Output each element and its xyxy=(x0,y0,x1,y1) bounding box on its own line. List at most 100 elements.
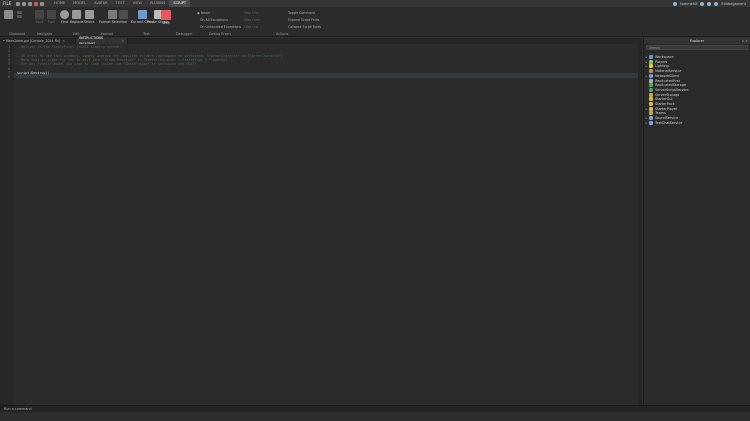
explorer-item-label: StarterGui xyxy=(655,97,673,102)
explorer-item-soundservice[interactable]: ▸ SoundService xyxy=(644,116,750,121)
record-icon[interactable] xyxy=(34,1,39,6)
explorer-item-textchatservice[interactable]: ▸ TextChatService xyxy=(644,120,750,125)
customize-icon[interactable] xyxy=(40,1,45,6)
file-menu[interactable]: FILE xyxy=(0,1,14,6)
service-icon xyxy=(649,69,653,74)
search-icon xyxy=(60,10,69,19)
explorer-item-label: Teams xyxy=(655,111,666,116)
collapse-folds-button[interactable]: Collapse Script Folds xyxy=(288,25,321,29)
explorer-item-replicatedstorage[interactable]: ReplicatedStorage xyxy=(644,83,750,88)
group-test: Test xyxy=(143,32,150,36)
explorer-item-label: TextChatService xyxy=(655,120,683,125)
explorer-title: Explorer xyxy=(689,39,705,43)
explorer-item-label: StarterPlayer xyxy=(655,106,678,111)
cut-icon[interactable] xyxy=(17,11,22,14)
unhandled-exceptions-option[interactable]: On Unhandled Exceptions xyxy=(200,25,241,29)
service-icon xyxy=(649,97,653,102)
stop-icon xyxy=(161,10,171,20)
explorer-item-starterpack[interactable]: StarterPack xyxy=(644,102,750,106)
explorer-item-startergui[interactable]: StarterGui xyxy=(644,97,750,102)
step-into-button[interactable]: Step Into xyxy=(244,11,258,15)
explorer-item-serverstorage[interactable]: ServerStorage xyxy=(644,92,750,97)
user-name[interactable]: tommehit xyxy=(680,2,697,6)
copy-icon[interactable] xyxy=(17,15,22,18)
quick-access-toolbar xyxy=(16,1,45,6)
expand-folds-button[interactable]: Expand Script Folds xyxy=(288,18,319,22)
toggle-comment-button[interactable]: Toggle Comment xyxy=(288,11,315,15)
arrow-right-icon xyxy=(47,10,56,19)
step-out-button[interactable]: Step Out xyxy=(244,25,258,29)
forward-button[interactable]: Fwd xyxy=(47,10,56,24)
service-icon xyxy=(649,59,653,64)
explorer-item-networkclient[interactable]: ▸ NetworkClient xyxy=(644,73,750,78)
undo-icon[interactable] xyxy=(22,1,27,6)
replace-icon xyxy=(72,10,82,19)
script-editor[interactable]: 1 2 3 4 5 6 7 8 --Welcome to the SimpleP… xyxy=(0,44,642,405)
share-icon[interactable] xyxy=(673,1,678,6)
tab-view[interactable]: VIEW xyxy=(129,0,146,7)
code-line: --For any "chain" model you wish to load… xyxy=(17,62,197,67)
group-navigate: Navigate xyxy=(37,32,53,36)
ribbon: Back Fwd Find Replace Select Format Sele… xyxy=(0,7,750,37)
explorer-item-label: StarterPack xyxy=(655,102,675,106)
replace-button[interactable]: Replace xyxy=(70,10,83,24)
explorer-item-label: ServerScriptService xyxy=(655,87,689,92)
explorer-item-label: ServerStorage xyxy=(655,92,680,97)
explorer-panel: Explorer ▫ × Search ▸ Workspace ▸ Players ▸ L… xyxy=(643,38,750,405)
code-line: --Welcome to the SimplePoint Studio load… xyxy=(17,45,122,49)
select-icon xyxy=(84,10,94,19)
tab-model[interactable]: MODEL xyxy=(69,0,90,7)
explorer-item-replicatedfirst[interactable]: ReplicatedFirst xyxy=(644,78,750,83)
ribbon-tabs: HOME MODEL AVATAR TEST VIEW PLUGINS SCRI… xyxy=(50,0,191,7)
never-option[interactable]: ◉ Never xyxy=(197,11,210,15)
tab-home[interactable]: HOME xyxy=(50,0,69,7)
explorer-item-serverscriptservice[interactable]: ServerScriptService xyxy=(644,87,750,92)
stop-button[interactable]: Stop xyxy=(161,10,171,25)
play-button[interactable]: Play xyxy=(119,10,128,24)
help-icon[interactable] xyxy=(707,1,712,6)
client-icon xyxy=(137,10,147,19)
explorer-item-teams[interactable]: Teams xyxy=(644,111,750,116)
select-button[interactable]: Select xyxy=(84,10,94,24)
service-icon xyxy=(649,83,653,88)
redo-icon[interactable] xyxy=(28,1,33,6)
save-icon[interactable] xyxy=(16,1,21,6)
back-button[interactable]: Back xyxy=(35,10,44,24)
explorer-item-materialservice[interactable]: MaterialService xyxy=(644,69,750,74)
explorer-item-players[interactable]: ▸ Players xyxy=(644,59,750,64)
arrow-left-icon xyxy=(35,10,44,19)
service-icon xyxy=(649,111,653,116)
play-icon xyxy=(119,10,128,19)
notifications-icon[interactable] xyxy=(714,1,719,6)
tab-script[interactable]: SCRIPT xyxy=(169,0,191,7)
format-icon xyxy=(108,10,118,19)
sync-icon[interactable] xyxy=(700,1,705,6)
tab-avatar[interactable]: AVATAR xyxy=(90,0,112,7)
tab-test[interactable]: TEST xyxy=(112,0,129,7)
explorer-item-workspace[interactable]: ▸ Workspace xyxy=(644,55,750,59)
explorer-item-label: SoundService xyxy=(655,116,679,121)
service-icon xyxy=(649,120,653,125)
group-actions: Actions xyxy=(276,32,289,36)
explorer-header: Explorer ▫ × xyxy=(644,38,750,44)
group-debug-errors: Debug Errors xyxy=(209,32,232,36)
explorer-item-starterplayer[interactable]: ▸ StarterPlayer xyxy=(644,106,750,111)
close-icon[interactable]: ▫ × xyxy=(742,39,748,43)
service-icon xyxy=(649,73,653,78)
paste-button[interactable] xyxy=(4,10,13,20)
service-icon xyxy=(649,87,653,92)
menubar-right: tommehit Erikbegamer4 xyxy=(673,1,750,6)
explorer-item-lighting[interactable]: ▸ Lighting xyxy=(644,64,750,69)
service-icon xyxy=(649,64,653,69)
editor-scrollbar[interactable] xyxy=(638,44,642,405)
explorer-search-input[interactable]: Search xyxy=(646,45,748,50)
service-icon xyxy=(649,78,653,83)
explorer-item-label: NetworkClient xyxy=(655,73,679,78)
all-exceptions-option[interactable]: On All Exceptions xyxy=(200,18,228,22)
find-button[interactable]: Find xyxy=(60,10,69,24)
tab-plugins[interactable]: PLUGINS xyxy=(146,0,169,7)
command-bar-input[interactable]: Run a command xyxy=(0,405,750,412)
step-over-button[interactable]: Step Over xyxy=(244,18,260,22)
explorer-item-label: MaterialService xyxy=(655,69,682,74)
account-name[interactable]: Erikbegamer4 xyxy=(721,2,746,6)
